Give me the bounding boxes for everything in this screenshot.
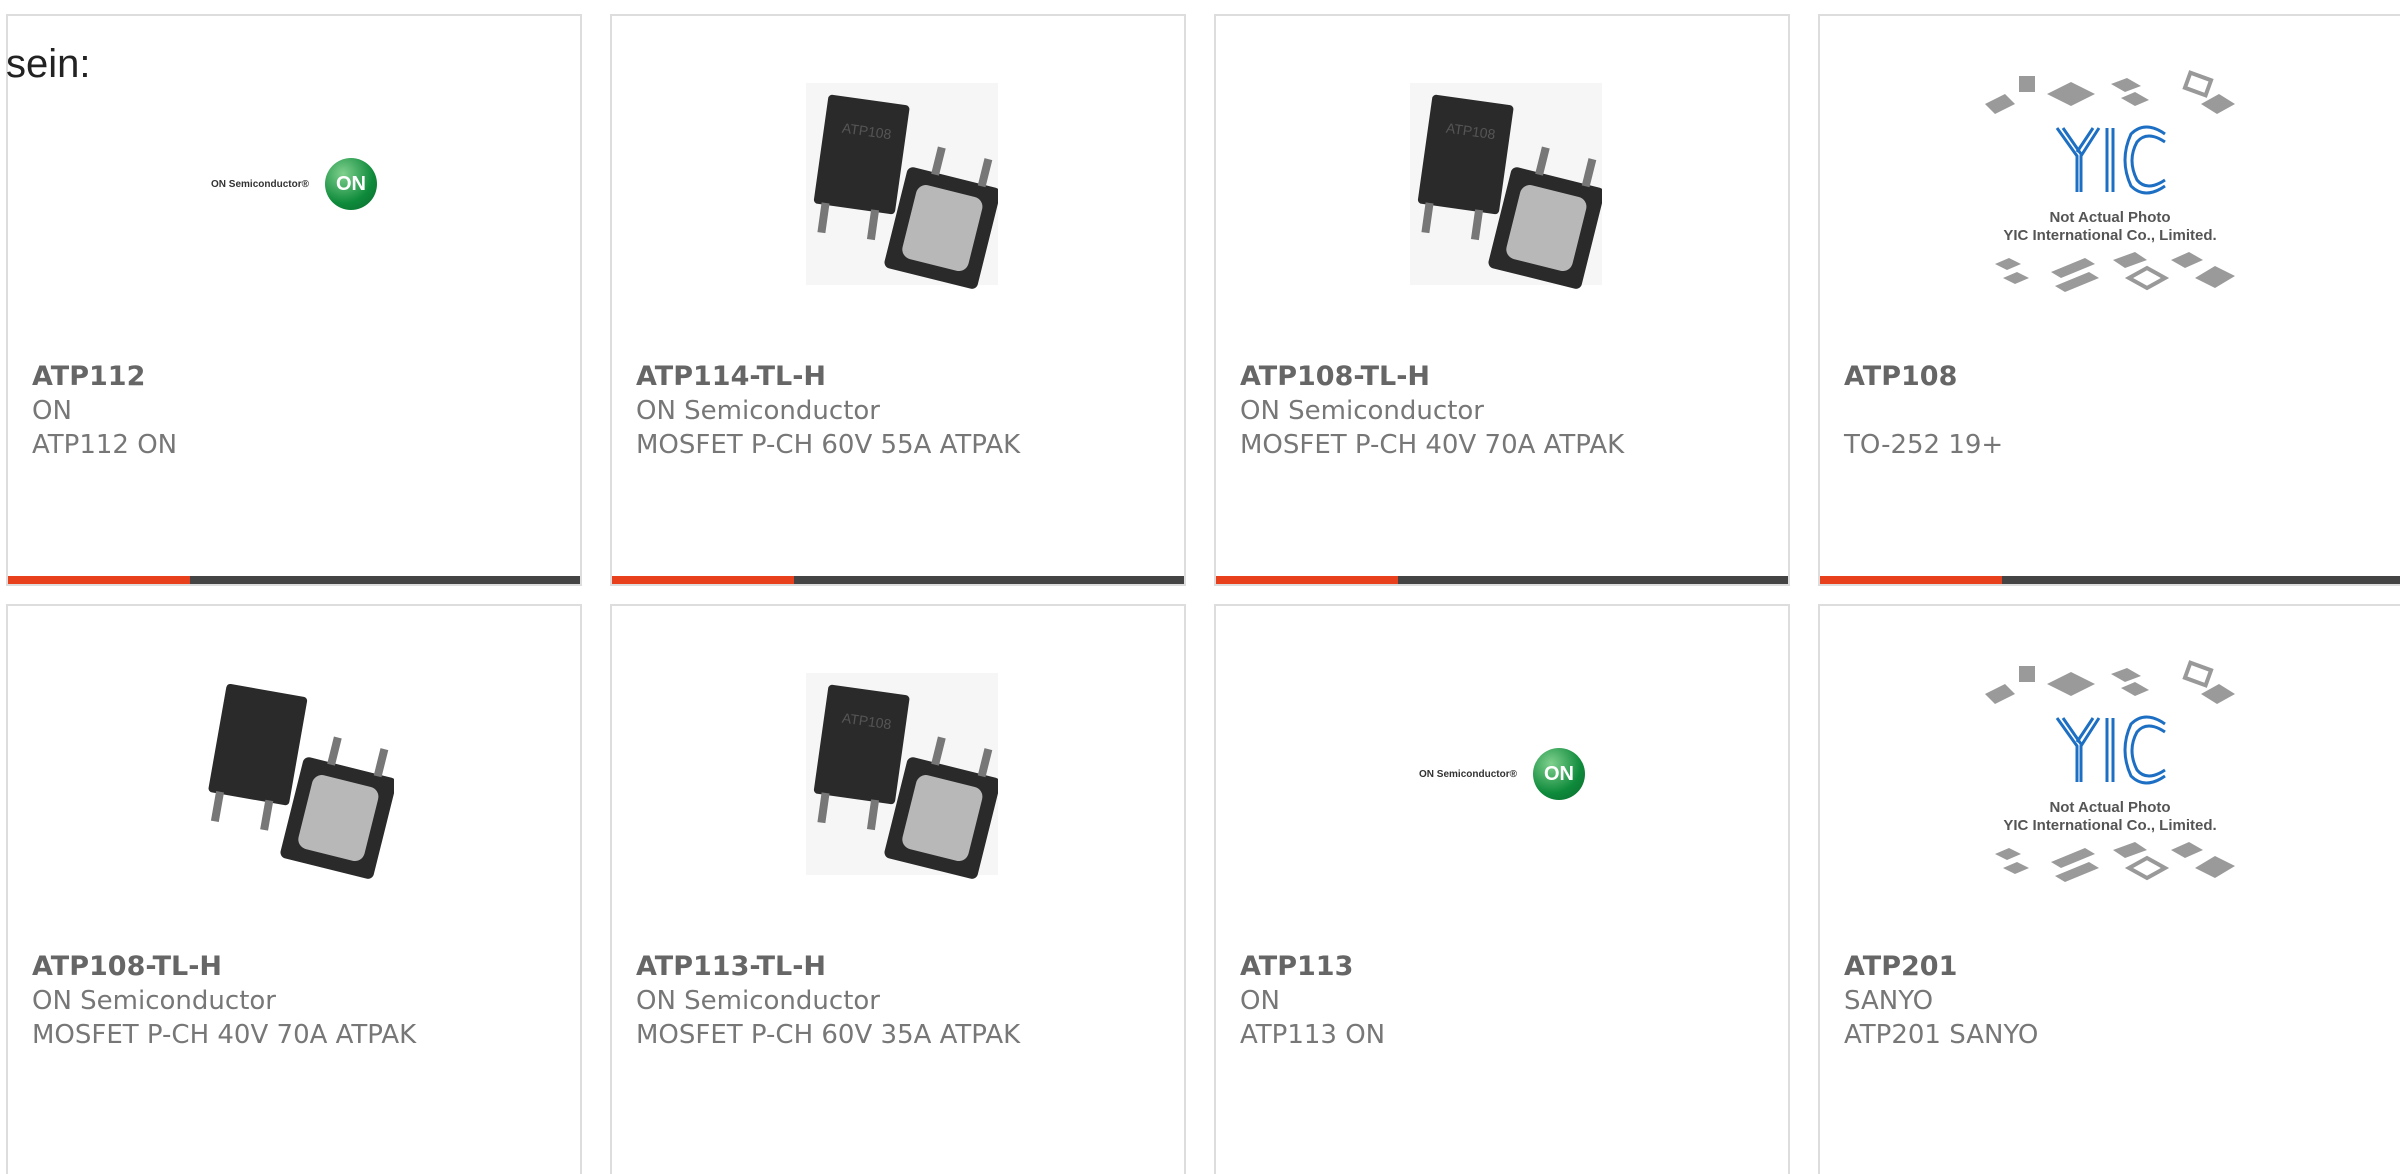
description: MOSFET P-CH 60V 55A ATPAK xyxy=(636,430,1021,460)
part-number-link[interactable]: ATP108-TL-H xyxy=(1240,360,1768,394)
part-number-link[interactable]: ATP114-TL-H xyxy=(636,360,1164,394)
svg-text:Not Actual Photo: Not Actual Photo xyxy=(2049,209,2170,226)
card-bar xyxy=(8,576,580,584)
description: ATP201 SANYO xyxy=(1844,1020,2039,1050)
product-card[interactable]: ATP108 ATP113-TL-H ON Semiconductor MOSF… xyxy=(610,604,1186,1174)
product-grid: ON Semiconductor® ON ATP112 ON ATP112 ON… xyxy=(0,0,2400,1174)
yic-placeholder-image: Not Actual Photo YIC International Co., … xyxy=(1985,660,2235,882)
atpak-package-photo: ATP108 xyxy=(806,673,998,879)
part-number-link[interactable]: ATP108 xyxy=(1844,360,2380,394)
product-card[interactable]: ON Semiconductor® ON ATP113 ON ATP113 ON xyxy=(1214,604,1790,1174)
part-number-link[interactable]: ATP112 xyxy=(32,360,560,394)
product-image[interactable]: Not Actual Photo YIC International Co., … xyxy=(1820,56,2400,312)
manufacturer: ON xyxy=(32,396,72,426)
product-card[interactable]: Not Actual Photo YIC International Co., … xyxy=(1818,14,2400,586)
manufacturer: ON Semiconductor xyxy=(636,986,880,1016)
card-bar xyxy=(1216,576,1788,584)
part-number-link[interactable]: ATP113 xyxy=(1240,950,1768,984)
manufacturer: SANYO xyxy=(1844,986,1934,1016)
yic-placeholder-image: Not Actual Photo YIC International Co., … xyxy=(1985,70,2235,292)
product-image[interactable]: ATP108 xyxy=(1216,56,1788,312)
product-image[interactable]: ATP108 xyxy=(612,56,1184,312)
svg-text:YIC International Co., Limited: YIC International Co., Limited. xyxy=(2003,227,2216,244)
description: ATP113 ON xyxy=(1240,1020,1386,1050)
manufacturer: ON Semiconductor xyxy=(636,396,880,426)
part-number-link[interactable]: ATP108-TL-H xyxy=(32,950,560,984)
description: MOSFET P-CH 40V 70A ATPAK xyxy=(32,1020,417,1050)
product-image[interactable]: Not Actual Photo YIC International Co., … xyxy=(1820,646,2400,902)
manufacturer: ON Semiconductor xyxy=(32,986,276,1016)
manufacturer xyxy=(1844,394,2380,428)
product-card[interactable]: ATP108 ATP114-TL-H ON Semiconductor MOSF… xyxy=(610,14,1186,586)
manufacturer: ON xyxy=(1240,986,1280,1016)
card-bar xyxy=(612,576,1184,584)
atpak-package-photo xyxy=(202,673,394,879)
part-number-link[interactable]: ATP201 xyxy=(1844,950,2380,984)
product-image[interactable]: ATP108 xyxy=(612,646,1184,902)
product-card[interactable]: ATP108-TL-H ON Semiconductor MOSFET P-CH… xyxy=(6,604,582,1174)
product-image[interactable]: ON Semiconductor® ON xyxy=(8,56,580,312)
description: TO-252 19+ xyxy=(1844,430,2004,460)
product-card[interactable]: Not Actual Photo YIC International Co., … xyxy=(1818,604,2400,1174)
svg-text:Not Actual Photo: Not Actual Photo xyxy=(2049,799,2170,816)
product-card[interactable]: ATP108 ATP108-TL-H ON Semiconductor MOSF… xyxy=(1214,14,1790,586)
manufacturer: ON Semiconductor xyxy=(1240,396,1484,426)
atpak-package-photo: ATP108 xyxy=(1410,83,1602,289)
on-semiconductor-logo: ON Semiconductor® ON xyxy=(1419,748,1585,800)
on-semiconductor-logo: ON Semiconductor® ON xyxy=(211,158,377,210)
intro-text: sein: xyxy=(6,42,91,86)
product-image[interactable]: ON Semiconductor® ON xyxy=(1216,646,1788,902)
description: MOSFET P-CH 40V 70A ATPAK xyxy=(1240,430,1625,460)
description: ATP112 ON xyxy=(32,430,178,460)
product-image[interactable] xyxy=(8,646,580,902)
atpak-package-photo: ATP108 xyxy=(806,83,998,289)
product-card[interactable]: ON Semiconductor® ON ATP112 ON ATP112 ON xyxy=(6,14,582,586)
card-bar xyxy=(1820,576,2400,584)
part-number-link[interactable]: ATP113-TL-H xyxy=(636,950,1164,984)
description: MOSFET P-CH 60V 35A ATPAK xyxy=(636,1020,1021,1050)
svg-text:YIC International Co., Limited: YIC International Co., Limited. xyxy=(2003,817,2216,834)
